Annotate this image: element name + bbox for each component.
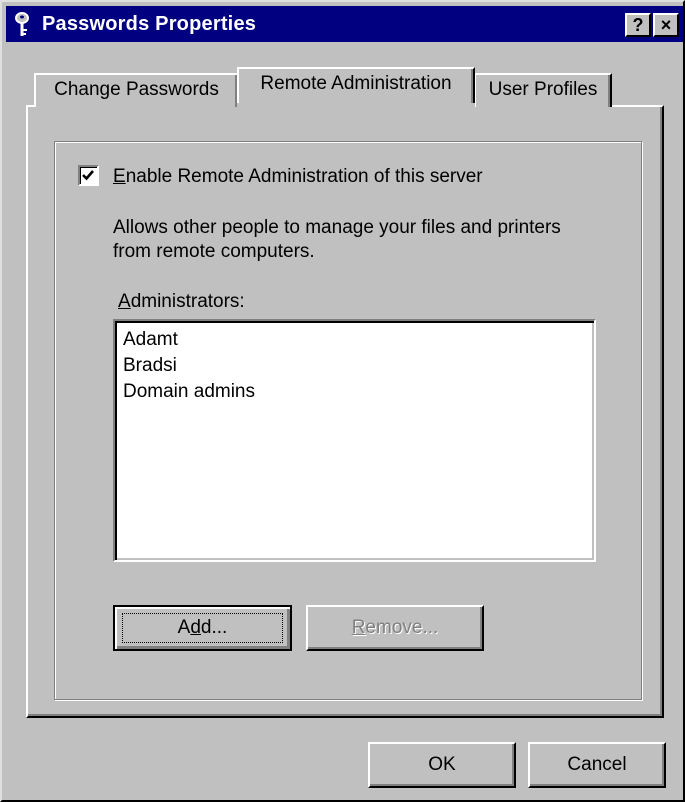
tab-change-passwords-label: Change Passwords — [54, 79, 219, 100]
enable-remote-admin-label[interactable]: Enable Remote Administration of this ser… — [113, 165, 483, 189]
tab-user-profiles-label: User Profiles — [488, 79, 598, 100]
add-button[interactable]: Add... — [113, 605, 292, 651]
cancel-button-label: Cancel — [567, 754, 627, 775]
enable-remote-admin-checkbox[interactable] — [78, 165, 99, 186]
list-item[interactable]: Domain admins — [123, 379, 594, 405]
list-item[interactable]: Bradsi — [123, 353, 594, 379]
description-line-1: Allows other people to manage your files… — [113, 217, 561, 238]
checkmark-icon — [82, 170, 94, 181]
tab-remote-administration-label: Remote Administration — [260, 73, 452, 94]
window-title: Passwords Properties — [42, 13, 257, 35]
close-button[interactable]: × — [653, 13, 679, 37]
add-button-label: Add... — [177, 617, 228, 638]
administrators-listbox[interactable]: Adamt Bradsi Domain admins — [113, 319, 596, 562]
remove-button[interactable]: Remove... — [306, 605, 484, 651]
tab-change-passwords[interactable]: Change Passwords — [34, 73, 239, 107]
description-line-2: from remote computers. — [113, 241, 315, 262]
help-button[interactable]: ? — [625, 13, 651, 37]
ok-button-label: OK — [428, 754, 456, 775]
properties-dialog: Passwords Properties ? × Change Password… — [0, 0, 685, 802]
ok-button[interactable]: OK — [368, 742, 516, 788]
key-icon — [15, 12, 29, 36]
remove-button-label: Remove... — [351, 617, 439, 638]
administrators-label: Administrators: — [118, 291, 245, 312]
tab-remote-administration[interactable]: Remote Administration — [237, 67, 475, 109]
title-bar[interactable]: Passwords Properties ? × — [6, 6, 683, 42]
tab-user-profiles[interactable]: User Profiles — [474, 73, 612, 107]
cancel-button[interactable]: Cancel — [528, 742, 666, 788]
list-item[interactable]: Adamt — [123, 327, 594, 353]
